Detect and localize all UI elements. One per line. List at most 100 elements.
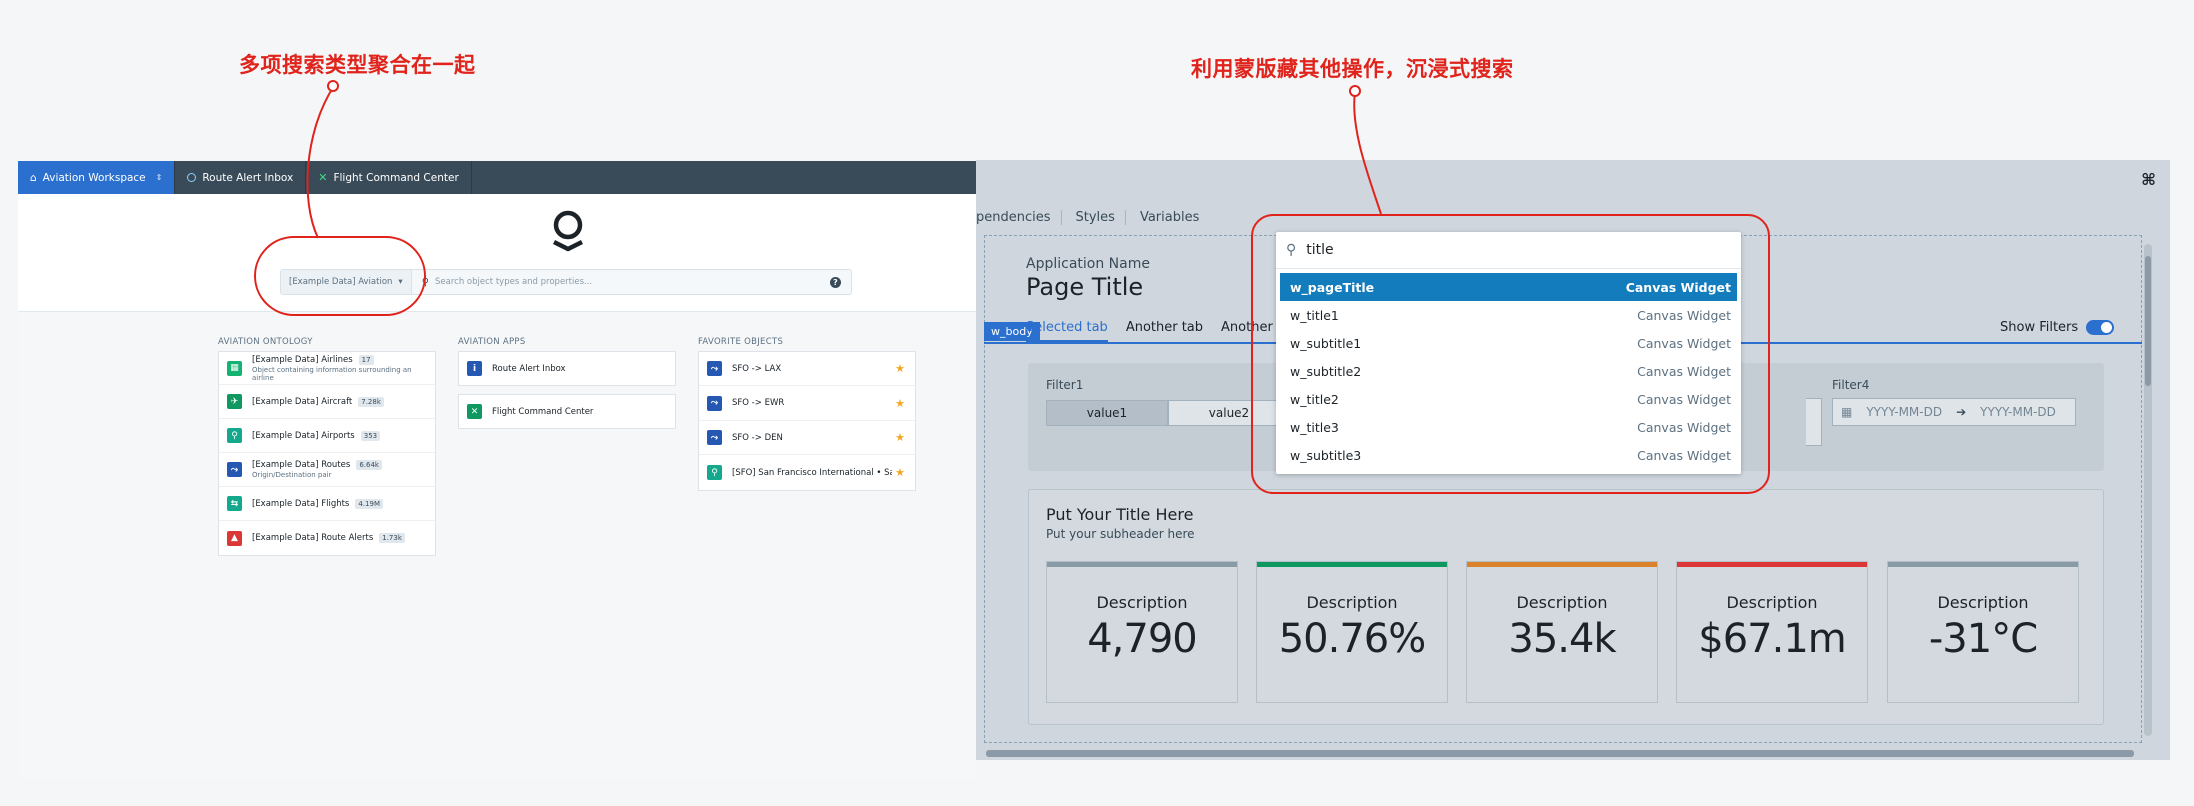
metric-value: 4,790 [1087,616,1198,662]
list-item[interactable]: ⤳ SFO -> LAX ★ [699,352,915,386]
filter-field[interactable] [1806,398,1822,446]
star-icon[interactable]: ★ [895,431,905,444]
favorites-heading: FAVORITE OBJECTS [698,337,784,347]
list-item[interactable]: ✕ Flight Command Center [459,395,675,428]
app-name: Application Name [1026,256,1150,272]
pin-icon: ⚲ [227,428,242,443]
date-to[interactable]: YYYY-MM-DD [1980,405,2056,419]
list-item[interactable]: ⤳ [Example Data] Routes 6.64k Origin/Desti… [219,453,435,487]
plane-icon: ✈ [227,394,242,409]
updown-icon: ⇕ [155,173,163,182]
ontology-list: ▦ [Example Data] Airlines 17 Object contai… [218,351,436,556]
horizontal-scrollbar[interactable] [986,750,2134,757]
list-item[interactable]: ▦ [Example Data] Airlines 17 Object contai… [219,352,435,385]
metric-desc: Description [1516,593,1608,612]
metric-card: Description $67.1m [1676,561,1868,703]
list-item[interactable]: ⇆ [Example Data] Flights 4.19M [219,487,435,521]
filter4-date-range[interactable]: ▦ YYYY-MM-DD ➔ YYYY-MM-DD [1832,398,2076,426]
warning-icon: ▲ [227,530,242,546]
show-filters: Show Filters [2000,320,2115,335]
metric-card: Description 4,790 [1046,561,1238,703]
tab-label: Route Alert Inbox [202,171,294,184]
vertical-scroll-thumb[interactable] [2145,256,2151,386]
metric-card: Description 50.76% [1256,561,1448,703]
pin-icon: ⚲ [707,465,722,480]
metric-desc: Description [1096,593,1188,612]
info-icon [187,173,197,182]
item-label: SFO -> EWR [732,398,785,408]
list-item[interactable]: ⚲ [Example Data] Airports 353 [219,419,435,453]
metric-bar [1047,562,1237,567]
metric-value: -31°C [1928,616,2038,662]
arrows-icon: ⇆ [227,496,242,511]
count-badge: 6.64k [356,460,382,470]
workspace-label: Aviation Workspace [42,171,146,184]
star-icon[interactable]: ★ [895,466,905,479]
help-icon[interactable]: ? [830,276,841,288]
list-item[interactable]: ▲ [Example Data] Route Alerts 1.73k [219,521,435,555]
metric-value: 35.4k [1508,616,1616,662]
count-badge: 7.28k [358,396,384,407]
date-from[interactable]: YYYY-MM-DD [1866,405,1942,419]
item-label: [Example Data] Aircraft [252,396,353,407]
info-icon: i [467,361,482,376]
left-screenshot: ⌂ Aviation Workspace ⇕ Route Alert Inbox… [18,161,976,779]
metric-bar [1677,562,1867,567]
tab-selected[interactable]: Selected tab [1026,320,1108,342]
item-sub: Object containing information surroundin… [252,365,412,382]
top-bar: ⌂ Aviation Workspace ⇕ Route Alert Inbox… [18,161,976,194]
editor-tabs: pendencies Styles Variables [976,206,1209,228]
show-filters-label: Show Filters [2000,320,2079,335]
list-item[interactable]: ⤳ SFO -> EWR ★ [699,386,915,421]
editor-tab-variables[interactable]: Variables [1140,210,1209,225]
workspace-icon: ⌂ [30,171,37,184]
apps-list-2: ✕ Flight Command Center [458,394,676,429]
metric-bar [1467,562,1657,567]
list-item[interactable]: ✈ [Example Data] Aircraft 7.28k [219,385,435,419]
editor-top-bar: ⌘ [976,160,2170,200]
star-icon[interactable]: ★ [895,397,905,410]
editor-tab-dependencies[interactable]: pendencies [976,209,1062,225]
editor-tab-styles[interactable]: Styles [1076,209,1126,225]
filter1-label: Filter1 [1046,378,1084,392]
metric-desc: Description [1306,593,1398,612]
command-icon[interactable]: ⌘ [2141,170,2156,189]
apps-heading: AVIATION APPS [458,337,526,347]
metric-value: 50.76% [1278,616,1427,662]
plane-icon: ✕ [467,404,482,419]
item-label: [Example Data] Airlines [252,354,353,365]
item-label: Flight Command Center [492,406,594,417]
item-label: Route Alert Inbox [492,363,566,374]
metric-card: Description 35.4k [1466,561,1658,703]
tab-aviation-workspace[interactable]: ⌂ Aviation Workspace ⇕ [18,161,176,194]
section-title: Put Your Title Here [1046,505,1194,524]
metric-desc: Description [1937,593,2029,612]
filter1-option-value1[interactable]: value1 [1046,400,1168,426]
search-input[interactable]: Search object types and properties... [435,277,830,287]
item-label: [SFO] San Francisco International • San … [732,467,892,478]
filter4-label: Filter4 [1832,378,1870,392]
ontology-heading: AVIATION ONTOLOGY [218,337,313,347]
item-label: [Example Data] Routes [252,460,351,470]
item-label: SFO -> LAX [732,363,782,374]
metric-desc: Description [1726,593,1818,612]
route-icon: ⤳ [227,462,242,477]
metric-value: $67.1m [1698,616,1846,662]
tab-route-alert-inbox[interactable]: Route Alert Inbox [175,161,307,194]
item-sub: Origin/Destination pair [252,471,332,479]
list-item[interactable]: i Route Alert Inbox [459,352,675,385]
section-subtitle: Put your subheader here [1046,527,1195,541]
star-icon[interactable]: ★ [895,362,905,375]
left-highlight-outline [254,236,426,316]
apps-list-1: i Route Alert Inbox [458,351,676,386]
search-zone: [Example Data] Aviation ▾ ⚲ Search objec… [18,194,976,312]
left-annotation-title: 多项搜索类型聚合在一起 [239,53,476,77]
list-item[interactable]: ⚲ [SFO] San Francisco International • Sa… [699,455,915,490]
tab-another[interactable]: Another tab [1126,320,1203,342]
list-item[interactable]: ⤳ SFO -> DEN ★ [699,421,915,455]
tab-label: Flight Command Center [333,171,459,184]
metric-card: Description -31°C [1887,561,2079,703]
show-filters-toggle[interactable] [2086,320,2115,335]
tab-flight-command-center[interactable]: ✕ Flight Command Center [306,161,472,194]
calendar-icon: ▦ [1841,405,1853,419]
